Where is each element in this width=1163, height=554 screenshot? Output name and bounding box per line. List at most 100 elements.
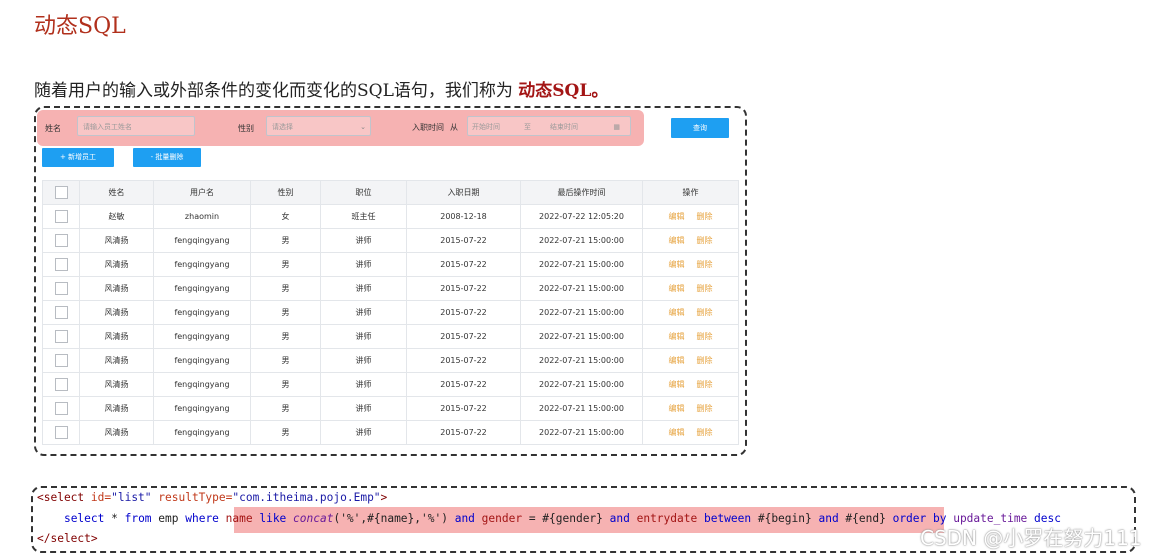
cell-actions: 编辑 删除 [642,228,739,253]
edit-link[interactable]: 编辑 [669,404,685,413]
row-checkbox[interactable] [54,426,68,439]
delete-link[interactable]: 删除 [697,428,713,437]
add-employee-button[interactable]: + 新增员工 [42,148,114,167]
cell-entry-date: 2008-12-18 [406,204,521,229]
row-select-cell[interactable] [42,300,80,325]
row-checkbox[interactable] [54,258,68,271]
cell-entry-date: 2015-07-22 [406,372,521,397]
cell-position: 讲师 [320,276,407,301]
cell-gender: 男 [250,420,321,445]
description-text: 随着用户的输入或外部条件的变化而变化的SQL语句，我们称为 [34,81,519,101]
edit-link[interactable]: 编辑 [669,308,685,317]
cell-entry-date: 2015-07-22 [406,228,521,253]
batch-delete-button[interactable]: - 批量删除 [133,148,201,167]
cell-entry-date: 2015-07-22 [406,276,521,301]
edit-link[interactable]: 编辑 [669,356,685,365]
cell-actions: 编辑 删除 [642,252,739,277]
row-select-cell[interactable] [42,348,80,373]
gender-filter-select[interactable]: 请选择 ⌄ [266,116,371,136]
cell-username: fengqingyang [153,276,251,301]
cell-position: 讲师 [320,228,407,253]
edit-link[interactable]: 编辑 [669,428,685,437]
row-checkbox[interactable] [54,282,68,295]
cell-username: fengqingyang [153,228,251,253]
cell-gender: 男 [250,348,321,373]
cell-name: 风清扬 [79,252,154,277]
name-filter-input[interactable]: 请输入员工姓名 [77,116,195,136]
cell-position: 讲师 [320,300,407,325]
select-all-checkbox[interactable] [54,186,68,199]
cell-actions: 编辑 删除 [642,300,739,325]
edit-link[interactable]: 编辑 [669,380,685,389]
row-checkbox[interactable] [54,378,68,391]
edit-link[interactable]: 编辑 [669,284,685,293]
delete-link[interactable]: 删除 [697,356,713,365]
cell-last-update: 2022-07-21 15:00:00 [520,396,643,421]
row-checkbox[interactable] [54,402,68,415]
code-concat-args: ('%',#{name},'%') [333,512,455,525]
delete-link[interactable]: 删除 [697,404,713,413]
date-range-picker[interactable]: 开始时间 至 结束时间 ▦ [467,116,631,136]
code-val-resulttype: "com.itheima.pojo.Emp" [232,491,381,504]
cell-username: fengqingyang [153,348,251,373]
cell-last-update: 2022-07-21 15:00:00 [520,324,643,349]
row-select-cell[interactable] [42,204,80,229]
cell-entry-date: 2015-07-22 [406,324,521,349]
row-select-cell[interactable] [42,252,80,277]
date-start-placeholder: 开始时间 [472,123,500,131]
header-last-update: 最后操作时间 [520,180,643,205]
cell-username: fengqingyang [153,396,251,421]
code-and-keyword: and [609,512,630,525]
cell-actions: 编辑 删除 [642,348,739,373]
edit-link[interactable]: 编辑 [669,212,685,221]
row-checkbox[interactable] [54,354,68,367]
delete-link[interactable]: 删除 [697,284,713,293]
description-highlight: 动态SQL。 [518,81,609,101]
cell-username: fengqingyang [153,420,251,445]
row-select-cell[interactable] [42,228,80,253]
select-all-cell[interactable] [42,180,80,205]
cell-name: 风清扬 [79,396,154,421]
delete-link[interactable]: 删除 [697,308,713,317]
code-concat-function: concat [286,512,334,525]
row-select-cell[interactable] [42,396,80,421]
code-line-2: select * from emp where name like concat… [37,509,1061,529]
table-row: 风清扬 fengqingyang 男讲师 2015-07-22 2022-07-21 1… [42,396,739,421]
table-row: 风清扬 fengqingyang 男讲师 2015-07-22 2022-07-21 1… [42,324,739,349]
row-checkbox[interactable] [54,306,68,319]
row-checkbox[interactable] [54,330,68,343]
cell-last-update: 2022-07-21 15:00:00 [520,348,643,373]
code-gender-param: = #{gender} [528,512,610,525]
row-select-cell[interactable] [42,372,80,397]
cell-username: fengqingyang [153,324,251,349]
watermark: CSDN @小罗在努力111 [920,526,1142,550]
row-select-cell[interactable] [42,276,80,301]
cell-name: 风清扬 [79,276,154,301]
code-entrydate-column: entrydate [629,512,704,525]
table-row: 风清扬 fengqingyang 男讲师 2015-07-22 2022-07-21 1… [42,348,739,373]
delete-link[interactable]: 删除 [697,212,713,221]
query-button[interactable]: 查询 [671,118,729,138]
delete-link[interactable]: 删除 [697,260,713,269]
code-tag-close: > [380,491,388,504]
table-row: 风清扬 fengqingyang 男讲师 2015-07-22 2022-07-21 1… [42,372,739,397]
gender-select-placeholder: 请选择 [272,123,293,131]
description-line: 随着用户的输入或外部条件的变化而变化的SQL语句，我们称为 动态SQL。 [34,76,608,101]
cell-gender: 女 [250,204,321,229]
cell-name: 风清扬 [79,300,154,325]
delete-link[interactable]: 删除 [697,332,713,341]
delete-link[interactable]: 删除 [697,236,713,245]
date-from-label: 从 [450,123,458,132]
row-select-cell[interactable] [42,324,80,349]
row-checkbox[interactable] [54,210,68,223]
row-select-cell[interactable] [42,420,80,445]
edit-link[interactable]: 编辑 [669,260,685,269]
row-checkbox[interactable] [54,234,68,247]
edit-link[interactable]: 编辑 [669,332,685,341]
delete-link[interactable]: 删除 [697,380,713,389]
edit-link[interactable]: 编辑 [669,236,685,245]
cell-gender: 男 [250,396,321,421]
cell-last-update: 2022-07-22 12:05:20 [520,204,643,229]
cell-entry-date: 2015-07-22 [406,252,521,277]
table-body: 赵敏 zhaomin 女班主任 2008-12-18 2022-07-22 12:05:… [42,204,739,445]
